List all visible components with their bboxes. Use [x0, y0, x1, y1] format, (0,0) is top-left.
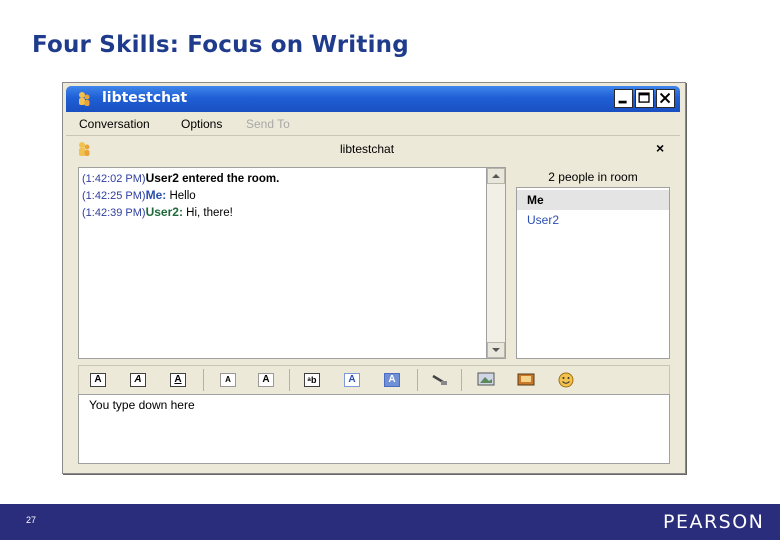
pearson-logo: PEARSON [663, 511, 765, 533]
increase-font-icon: A [258, 373, 274, 387]
message-input[interactable]: You type down here [78, 394, 670, 464]
chat-message: (1:42:39 PM)User2: Hi, there! [82, 205, 233, 219]
message-text: Hi, there! [182, 207, 233, 219]
menu-options[interactable]: Options [181, 117, 222, 131]
link-button[interactable] [429, 370, 451, 390]
chevron-up-icon [492, 174, 500, 178]
list-item[interactable]: User2 [517, 210, 669, 230]
bold-icon: A [90, 373, 106, 387]
menu-bar: Conversation Options Send To [66, 113, 680, 136]
message-sender: Me: [145, 188, 167, 202]
chat-log: (1:42:02 PM)User2 entered the room. (1:4… [78, 167, 506, 359]
insert-button[interactable] [515, 370, 537, 390]
toolbar-separator [289, 369, 290, 391]
smiley-icon [558, 372, 574, 388]
page-number: 27 [26, 515, 37, 525]
message-timestamp: (1:42:25 PM) [82, 190, 146, 202]
italic-button[interactable]: A [127, 370, 149, 390]
decrease-font-button[interactable]: A [217, 370, 239, 390]
message-input-text: You type down here [89, 398, 195, 412]
list-item[interactable]: Me [517, 190, 669, 210]
background-color-button[interactable]: ᵃb [301, 370, 323, 390]
people-list: Me User2 [516, 187, 670, 359]
tab-close-icon[interactable]: × [656, 140, 664, 156]
background-color-icon: ᵃb [304, 373, 320, 387]
close-icon [659, 92, 671, 104]
scroll-up-button[interactable] [487, 168, 505, 184]
slide-title: Four Skills: Focus on Writing [32, 32, 409, 58]
text-color-button[interactable]: A [341, 370, 363, 390]
message-sender: User2 [145, 171, 179, 185]
italic-icon: A [130, 373, 146, 387]
conversation-tab[interactable]: libtestchat × [66, 137, 680, 161]
chevron-down-icon [492, 348, 500, 352]
message-sender: User2: [145, 205, 183, 219]
menu-send-to[interactable]: Send To [246, 117, 290, 131]
underline-icon: A [170, 373, 186, 387]
chat-window: libtestchat Conversation Options Send To… [62, 82, 686, 474]
message-timestamp: (1:42:39 PM) [82, 207, 146, 219]
message-timestamp: (1:42:02 PM) [82, 173, 146, 185]
chat-message: (1:42:25 PM)Me: Hello [82, 188, 196, 202]
maximize-button[interactable] [635, 89, 654, 108]
underline-button[interactable]: A [167, 370, 189, 390]
slide-footer: 27 PEARSON [0, 504, 780, 540]
decrease-font-icon: A [220, 373, 236, 387]
chat-message: (1:42:02 PM)User2 entered the room. [82, 171, 279, 185]
toolbar-separator [203, 369, 204, 391]
menu-conversation[interactable]: Conversation [79, 117, 150, 131]
chat-log-scrollbar[interactable] [486, 167, 506, 359]
highlight-color-button[interactable]: A [381, 370, 403, 390]
people-count: 2 people in room [548, 170, 638, 184]
format-toolbar: A A A A A ᵃb A A [78, 365, 670, 395]
close-button[interactable] [656, 89, 675, 108]
link-icon [432, 374, 447, 385]
people-icon [79, 92, 90, 106]
message-text: Hello [166, 190, 196, 202]
highlight-color-icon: A [384, 373, 400, 387]
message-text: entered the room. [178, 173, 280, 185]
toolbar-separator [417, 369, 418, 391]
window-title: libtestchat [102, 90, 188, 106]
bold-button[interactable]: A [87, 370, 109, 390]
toolbar-separator [461, 369, 462, 391]
image-icon [477, 372, 495, 386]
insert-icon [517, 373, 535, 386]
text-color-icon: A [344, 373, 360, 387]
title-bar[interactable]: libtestchat [66, 86, 680, 112]
maximize-icon [638, 92, 650, 103]
chat-room-icon [79, 142, 90, 156]
smiley-button[interactable] [555, 370, 577, 390]
scroll-down-button[interactable] [487, 342, 505, 358]
increase-font-button[interactable]: A [255, 370, 277, 390]
tab-label: libtestchat [340, 142, 395, 156]
image-button[interactable] [475, 370, 497, 390]
minimize-icon [618, 100, 627, 104]
minimize-button[interactable] [614, 89, 633, 108]
